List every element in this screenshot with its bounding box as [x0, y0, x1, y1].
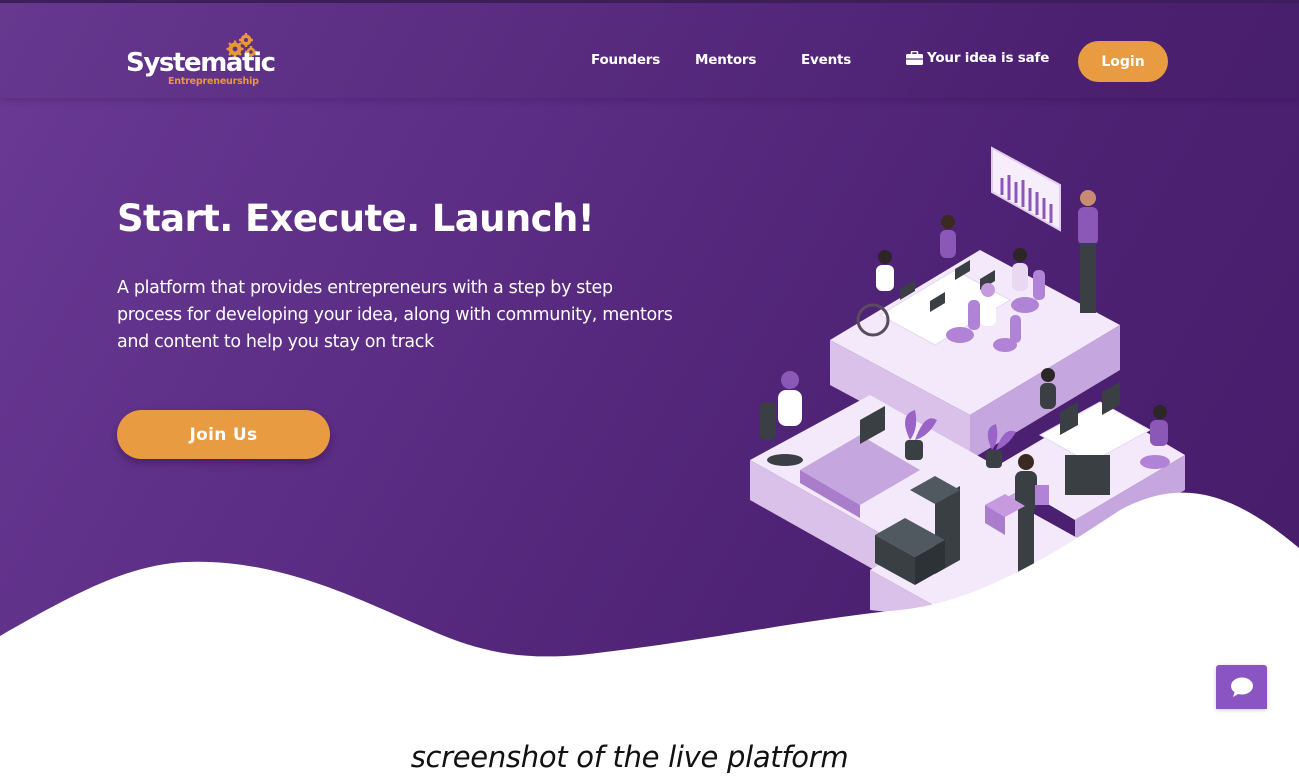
- brand-tagline: Entrepreneurship: [168, 76, 259, 87]
- nav-founders[interactable]: Founders: [591, 52, 660, 68]
- briefcase-icon: [906, 51, 923, 65]
- hero-description: A platform that provides entrepreneurs w…: [117, 278, 673, 352]
- hero-section: Systematic Entrepreneurship Founders Men…: [0, 0, 1299, 706]
- login-button[interactable]: Login: [1078, 41, 1168, 82]
- chat-widget-button[interactable]: [1216, 665, 1267, 709]
- hero-title: Start. Execute. Launch!: [117, 197, 595, 240]
- brand-name: Systematic: [126, 48, 276, 78]
- chat-bubble-icon: [1230, 677, 1253, 697]
- nav-mentors[interactable]: Mentors: [695, 52, 756, 68]
- nav-events[interactable]: Events: [801, 52, 851, 68]
- screenshot-caption: screenshot of the live platform: [0, 740, 1299, 774]
- brand-logo[interactable]: Systematic Entrepreneurship: [126, 31, 276, 91]
- page: Systematic Entrepreneurship Founders Men…: [0, 0, 1299, 779]
- hero-wave-divider: [0, 492, 1299, 706]
- nav-idea-safe-label: Your idea is safe: [927, 50, 1050, 66]
- site-header: Systematic Entrepreneurship Founders Men…: [0, 3, 1299, 98]
- nav-idea-safe[interactable]: Your idea is safe: [906, 50, 1049, 66]
- caption-text: screenshot of the live platform: [410, 740, 849, 774]
- join-us-button[interactable]: Join Us: [117, 410, 330, 459]
